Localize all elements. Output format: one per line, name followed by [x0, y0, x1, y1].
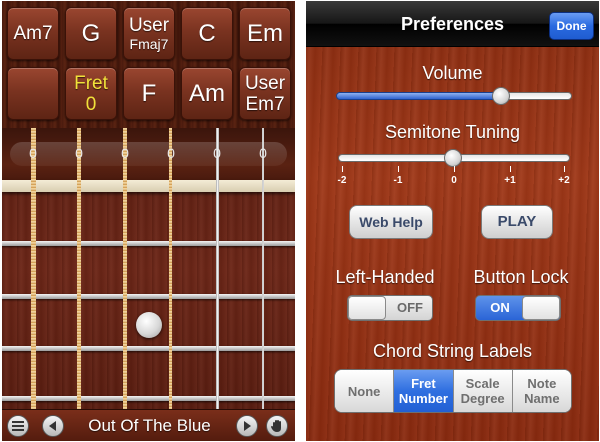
fret-wire [2, 346, 295, 351]
tick-label: -2 [337, 175, 347, 186]
song-title[interactable]: Out Of The Blue [72, 416, 227, 436]
volume-slider-thumb[interactable] [492, 87, 511, 105]
chord-sublabel: Em7 [245, 93, 285, 115]
fret-wire [2, 241, 295, 246]
finger-position-dot [136, 312, 162, 338]
segment-label: Fret [411, 376, 436, 391]
page-title: Preferences [400, 14, 505, 34]
tick-label: +1 [504, 175, 516, 186]
fret-label: Fret [74, 72, 108, 94]
web-help-button[interactable]: Web Help [349, 205, 433, 239]
fret-button[interactable]: Fret 0 [65, 67, 117, 120]
guitar-string-3[interactable] [123, 128, 127, 411]
guitar-string-6[interactable] [262, 128, 264, 411]
fret-value: 0 [85, 93, 97, 115]
segment-note-name[interactable]: Note Name [512, 370, 571, 412]
chord-button-em[interactable]: Em [239, 7, 291, 60]
segment-none[interactable]: None [335, 370, 395, 412]
tick-mark [510, 166, 511, 172]
guitar-nut [2, 180, 295, 192]
guitar-fretboard[interactable]: 0 0 0 0 0 0 [2, 128, 295, 411]
preferences-panel: Preferences Done Volume Semitone Tuning … [306, 1, 599, 441]
button-lock-toggle[interactable]: ON [475, 295, 561, 321]
button-lock-label: Button Lock [473, 267, 569, 287]
guitar-panel: Am7 G User Fmaj7 C Em Fret 0 F Am User E… [2, 1, 295, 441]
chord-button-am7[interactable]: Am7 [7, 7, 59, 60]
chord-label: F [141, 79, 157, 107]
string-number: 0 [213, 145, 221, 161]
segment-scale-degree[interactable]: Scale Degree [453, 370, 513, 412]
chord-string-labels-control: None Fret Number Scale Degree Note Name [334, 369, 572, 413]
tick-mark [342, 166, 343, 172]
left-handed-label: Left-Handed [335, 267, 435, 287]
tuning-slider-thumb[interactable] [444, 149, 462, 167]
segment-label: Name [524, 391, 560, 406]
navigation-bar: Preferences Done [306, 1, 599, 47]
chord-button-user-fmaj7[interactable]: User Fmaj7 [123, 7, 175, 60]
segment-label: Degree [460, 391, 505, 406]
chord-label: User [244, 72, 286, 94]
segment-label: Scale [465, 376, 500, 391]
chord-button-c[interactable]: C [181, 7, 233, 60]
chord-string-labels-label: Chord String Labels [372, 341, 533, 361]
toggle-knob [348, 296, 386, 320]
string-number: 0 [75, 145, 83, 161]
guitar-string-5[interactable] [216, 128, 219, 411]
chord-label: Am7 [13, 23, 53, 44]
string-number-band [10, 142, 287, 166]
chord-button-am[interactable]: Am [181, 67, 233, 120]
done-button[interactable]: Done [549, 12, 594, 40]
prev-arrow-icon[interactable] [42, 415, 64, 437]
string-number: 0 [121, 145, 129, 161]
tick-mark [398, 166, 399, 172]
guitar-string-4[interactable] [169, 128, 172, 411]
segment-label: None [347, 383, 381, 399]
chord-label: C [198, 19, 216, 47]
string-number: 0 [29, 145, 37, 161]
guitar-string-2[interactable] [77, 128, 81, 411]
bottom-toolbar: Out Of The Blue [2, 409, 295, 441]
segment-label: Note [527, 376, 557, 391]
toggle-state: OFF [397, 300, 423, 315]
tick-mark [564, 166, 565, 172]
tick-label: +2 [558, 175, 570, 186]
tick-mark [454, 166, 455, 172]
tick-label: -1 [393, 175, 403, 186]
left-handed-toggle[interactable]: OFF [347, 295, 433, 321]
chord-label: G [81, 19, 101, 47]
hand-icon[interactable] [266, 415, 288, 437]
chord-label: Am [189, 79, 225, 107]
volume-slider-fill [336, 92, 502, 100]
chord-label: Em [247, 19, 283, 47]
chord-button-f[interactable]: F [123, 67, 175, 120]
semitone-tuning-label: Semitone Tuning [384, 122, 521, 142]
chord-sublabel: Fmaj7 [129, 36, 169, 52]
chord-button-area: Am7 G User Fmaj7 C Em Fret 0 F Am User E… [2, 1, 295, 128]
segment-fret-number[interactable]: Fret Number [394, 370, 454, 412]
segment-label: Number [398, 391, 448, 406]
chord-button-user-em7[interactable]: User Em7 [239, 67, 291, 120]
tick-label: 0 [451, 175, 457, 186]
play-button[interactable]: PLAY [481, 205, 553, 239]
next-arrow-icon[interactable] [236, 415, 258, 437]
string-number: 0 [259, 145, 267, 161]
chord-label: User [128, 15, 170, 36]
guitar-string-1[interactable] [31, 128, 36, 411]
toggle-state: ON [490, 300, 510, 315]
volume-label: Volume [422, 63, 483, 83]
chord-button-empty[interactable] [7, 67, 59, 120]
toggle-knob [522, 296, 560, 320]
fret-wire [2, 396, 295, 401]
fret-wire [2, 294, 295, 299]
string-number: 0 [167, 145, 175, 161]
menu-icon[interactable] [7, 415, 29, 437]
chord-button-g[interactable]: G [65, 7, 117, 60]
